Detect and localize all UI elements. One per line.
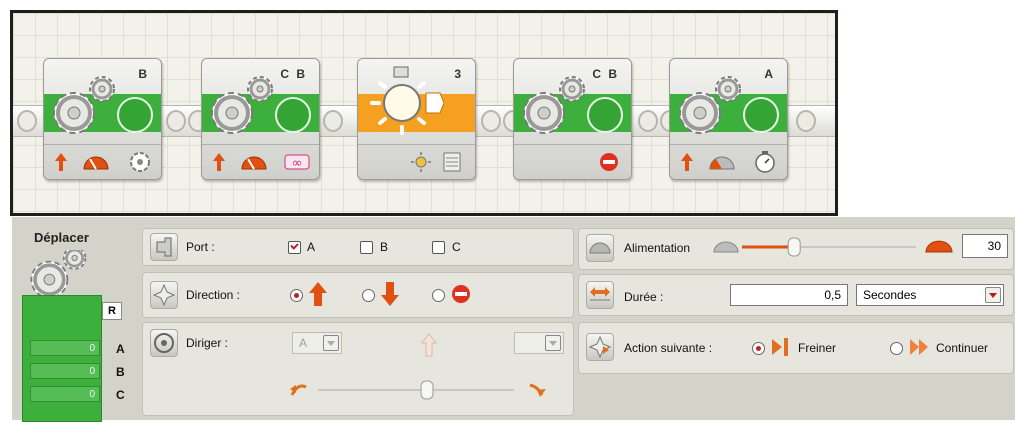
power-input[interactable]: 30 [962,234,1008,258]
port-c-option-label: C [452,240,461,254]
port-c-checkbox[interactable] [432,241,445,254]
timer-icon [755,151,775,173]
port-icon [150,233,178,261]
port-a-checkbox[interactable] [288,241,301,254]
steering-slider[interactable] [288,377,548,403]
block-options: ∞ [202,144,319,179]
panel-title: Déplacer [34,230,89,245]
direction-icon [150,281,178,309]
port-b-label: B [116,365,125,379]
power-label: Alimentation [624,241,691,255]
block-options [44,144,161,179]
move-block-stop[interactable]: C B [513,58,632,180]
direction-stop-radio[interactable] [432,289,445,302]
beam-hole [17,110,37,132]
beam-hole [638,110,658,132]
gears-icon [210,75,274,135]
block-port-label: A [764,67,775,81]
gears-icon [52,75,116,135]
direction-up-icon [55,153,67,171]
duration-label: Durée : [624,290,664,304]
duration-unit-select[interactable]: Secondes [856,284,1004,306]
power-gauge-icon [241,156,267,170]
steering-left-port-select[interactable]: A [292,332,342,354]
power-gauge-icon [83,156,109,170]
block-port-label: C B [280,67,307,81]
next-action-icon [586,333,614,361]
port-a-value: 0 [30,340,100,356]
unlimited-icon: ∞ [284,154,310,171]
program-canvas[interactable]: B C B ∞ 3 C B A [10,10,838,216]
power-gauge-icon [709,156,735,170]
block-port-label: 3 [454,67,463,81]
block-port-label: C B [592,67,619,81]
beam-hole [323,110,343,132]
beam-hole [796,110,816,132]
dropdown-arrow-icon [323,335,339,351]
power-slider[interactable] [712,234,962,260]
steering-label: Diriger : [186,336,229,350]
block-options [670,144,787,179]
dropdown-arrow-icon [985,287,1001,303]
direction-up-icon [681,153,693,171]
port-c-label: C [116,388,125,402]
port-b-option-label: B [380,240,389,254]
svg-text:∞: ∞ [292,156,303,171]
block-port-label: B [138,67,149,81]
port-a-label: A [116,342,125,356]
beam-hole [166,110,186,132]
brake-option-label: Freiner [798,341,837,355]
gears-icon [522,75,586,135]
brake-icon [772,338,788,356]
light-sensor-block[interactable]: 3 [357,58,476,180]
stop-icon [600,153,618,171]
duration-icon [586,281,614,309]
direction-up-icon [213,153,225,171]
dropdown-arrow-icon [545,335,561,351]
coast-radio[interactable] [890,342,903,355]
move-block-1[interactable]: B [43,58,162,180]
block-port-circle [117,97,153,133]
reset-button[interactable]: R [102,302,122,320]
coast-icon [910,339,928,355]
arrow-down-icon [381,282,399,306]
direction-forward-radio[interactable] [290,289,303,302]
block-options [358,144,475,179]
block-options [514,144,631,179]
generate-light-icon [411,152,431,172]
block-port-circle [587,97,623,133]
duration-input[interactable]: 0,5 [730,284,848,306]
rotation-icon [130,152,150,172]
arrow-up-icon [420,333,438,357]
steering-left-port-value: A [299,336,308,350]
direction-backward-radio[interactable] [362,289,375,302]
stop-icon [452,285,470,303]
direction-label: Direction : [186,288,241,302]
next-action-label: Action suivante : [624,341,713,355]
move-block-5[interactable]: A [669,58,788,180]
duration-unit-value: Secondes [863,288,917,302]
port-b-value: 0 [30,363,100,379]
port-label: Port : [186,240,215,254]
port-c-value: 0 [30,386,100,402]
block-port-circle [743,97,779,133]
coast-option-label: Continuer [936,341,989,355]
steering-right-port-select[interactable] [514,332,564,354]
beam-hole [481,110,501,132]
gears-icon [678,75,742,135]
steering-icon [150,329,178,357]
power-gauge-icon [586,234,614,262]
port-b-checkbox[interactable] [360,241,373,254]
light-sensor-icon [370,66,444,135]
move-block-2[interactable]: C B ∞ [201,58,320,180]
sensor-list-icon [443,152,461,172]
block-port-circle [275,97,311,133]
port-a-option-label: A [307,240,316,254]
brake-radio[interactable] [752,342,765,355]
arrow-up-icon [309,282,327,306]
